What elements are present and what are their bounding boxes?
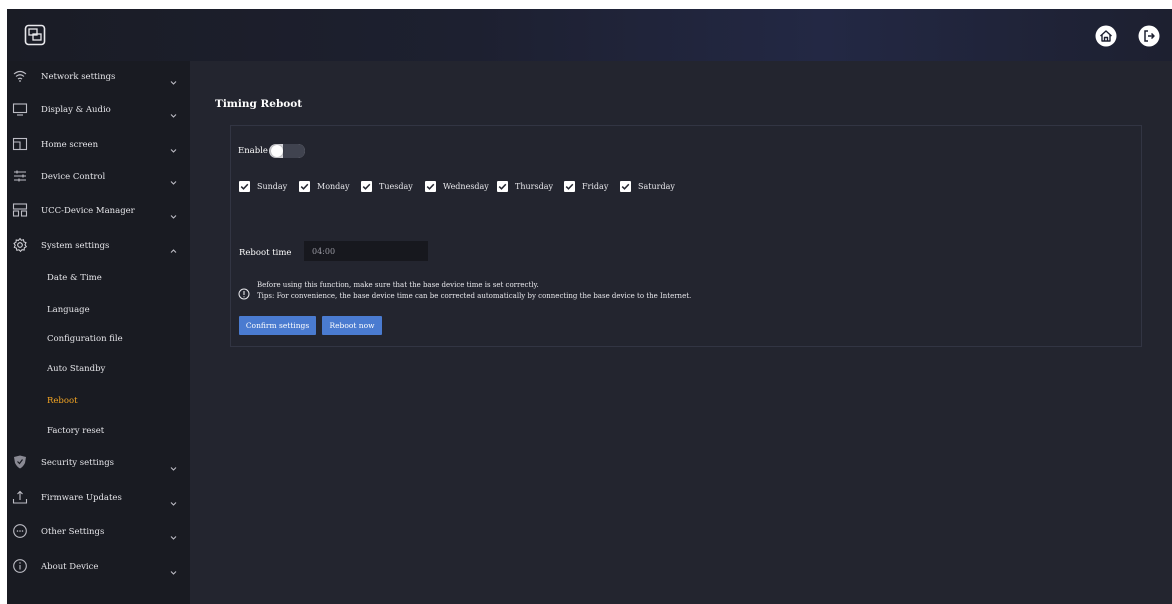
checkbox-checked-icon: [564, 180, 575, 192]
app-window: Network settings Display & Audio Home sc…: [7, 9, 1172, 604]
day-label: Friday: [582, 181, 609, 191]
timing-reboot-panel: [230, 125, 1142, 347]
reboot-time-label: Reboot time: [239, 248, 292, 258]
sidebar-item-about-device[interactable]: About Device: [7, 551, 190, 582]
sidebar-subitem-factory-reset[interactable]: Factory reset: [47, 426, 104, 436]
checkbox-checked-icon: [497, 180, 508, 192]
checkbox-checked-icon: [425, 180, 436, 192]
sidebar-subitem-configuration-file[interactable]: Configuration file: [47, 334, 123, 344]
info-tip-text: Tips: For convenience, the base device t…: [257, 292, 692, 300]
day-checkbox-friday[interactable]: Friday: [564, 179, 608, 193]
chevron-down-icon: [169, 206, 178, 219]
day-checkbox-thursday[interactable]: Thursday: [497, 179, 553, 193]
sidebar-item-label: Home screen: [41, 139, 99, 150]
info-text: Before using this function, make sure th…: [257, 281, 539, 289]
chevron-down-icon: [169, 172, 178, 185]
toggle-track: [283, 144, 305, 158]
day-checkbox-sunday[interactable]: Sunday: [239, 179, 287, 193]
info-circle-icon: [238, 285, 250, 300]
sidebar-subitem-language[interactable]: Language: [47, 305, 90, 315]
sidebar-subitem-reboot[interactable]: Reboot: [47, 396, 78, 406]
day-label: Wednesday: [443, 181, 489, 191]
checkbox-checked-icon: [299, 180, 310, 192]
sidebar-item-label: Other Settings: [41, 526, 105, 537]
day-label: Sunday: [257, 181, 288, 191]
info-icon: [12, 558, 28, 574]
sidebar-item-label: Firmware Updates: [41, 492, 122, 503]
day-label: Thursday: [515, 181, 553, 191]
home-icon[interactable]: [1094, 24, 1118, 48]
sidebar-item-display-audio[interactable]: Display & Audio: [7, 94, 190, 125]
day-checkbox-saturday[interactable]: Saturday: [620, 179, 675, 193]
day-checkbox-wednesday[interactable]: Wednesday: [425, 179, 489, 193]
toggle-knob: [271, 145, 283, 157]
sidebar-item-system-settings[interactable]: System settings: [7, 230, 190, 261]
day-checkbox-monday[interactable]: Monday: [299, 179, 350, 193]
reboot-now-button[interactable]: Reboot now: [322, 316, 382, 335]
sidebar-item-device-control[interactable]: Device Control: [7, 161, 190, 192]
day-label: Monday: [317, 181, 350, 191]
checkbox-checked-icon: [620, 180, 631, 192]
top-bar: [7, 9, 1172, 61]
sidebar-item-home-screen[interactable]: Home screen: [7, 129, 190, 160]
sidebar-subitem-date-time[interactable]: Date & Time: [47, 273, 102, 283]
sidebar-item-label: System settings: [41, 240, 110, 251]
sidebar-item-label: UCC-Device Manager: [41, 205, 135, 216]
sidebar-item-security-settings[interactable]: Security settings: [7, 447, 190, 478]
enable-label: Enable: [238, 146, 268, 156]
chevron-down-icon: [169, 458, 178, 471]
chevron-down-icon: [169, 493, 178, 506]
sidebar-item-other-settings[interactable]: Other Settings: [7, 516, 190, 547]
page-title: Timing Reboot: [215, 98, 303, 110]
logout-icon[interactable]: [1137, 24, 1161, 48]
sidebar-subitem-auto-standby[interactable]: Auto Standby: [47, 364, 105, 374]
enable-toggle[interactable]: [269, 144, 305, 158]
sidebar-item-network-settings[interactable]: Network settings: [7, 61, 190, 92]
shield-icon: [12, 454, 28, 470]
chevron-down-icon: [169, 140, 178, 153]
home-screen-icon: [12, 136, 28, 152]
monitor-icon: [12, 101, 28, 117]
sidebar-item-ucc-device-manager[interactable]: UCC-Device Manager: [7, 195, 190, 226]
sidebar-item-label: Device Control: [41, 171, 106, 182]
sidebar-item-firmware-updates[interactable]: Firmware Updates: [7, 482, 190, 513]
chevron-down-icon: [169, 72, 178, 85]
day-label: Tuesday: [379, 181, 413, 191]
checkbox-checked-icon: [239, 180, 250, 192]
sidebar-item-label: Display & Audio: [41, 104, 111, 115]
sidebar-item-label: Network settings: [41, 71, 116, 82]
upload-icon: [12, 489, 28, 505]
confirm-settings-button[interactable]: Confirm settings: [239, 316, 316, 335]
gear-icon: [12, 237, 28, 253]
sliders-icon: [12, 168, 28, 184]
day-checkbox-tuesday[interactable]: Tuesday: [361, 179, 413, 193]
chevron-down-icon: [169, 562, 178, 575]
sidebar-item-label: About Device: [41, 561, 99, 572]
reboot-time-input[interactable]: [304, 241, 428, 261]
sidebar-item-label: Security settings: [41, 457, 115, 468]
wifi-icon: [12, 68, 28, 84]
chevron-up-icon: [169, 241, 178, 253]
chevron-down-icon: [169, 105, 178, 118]
device-manager-icon: [12, 202, 28, 218]
screen-share-icon: [24, 24, 46, 46]
chevron-down-icon: [169, 527, 178, 540]
more-icon: [12, 523, 28, 539]
day-label: Saturday: [638, 181, 675, 191]
checkbox-checked-icon: [361, 180, 372, 192]
